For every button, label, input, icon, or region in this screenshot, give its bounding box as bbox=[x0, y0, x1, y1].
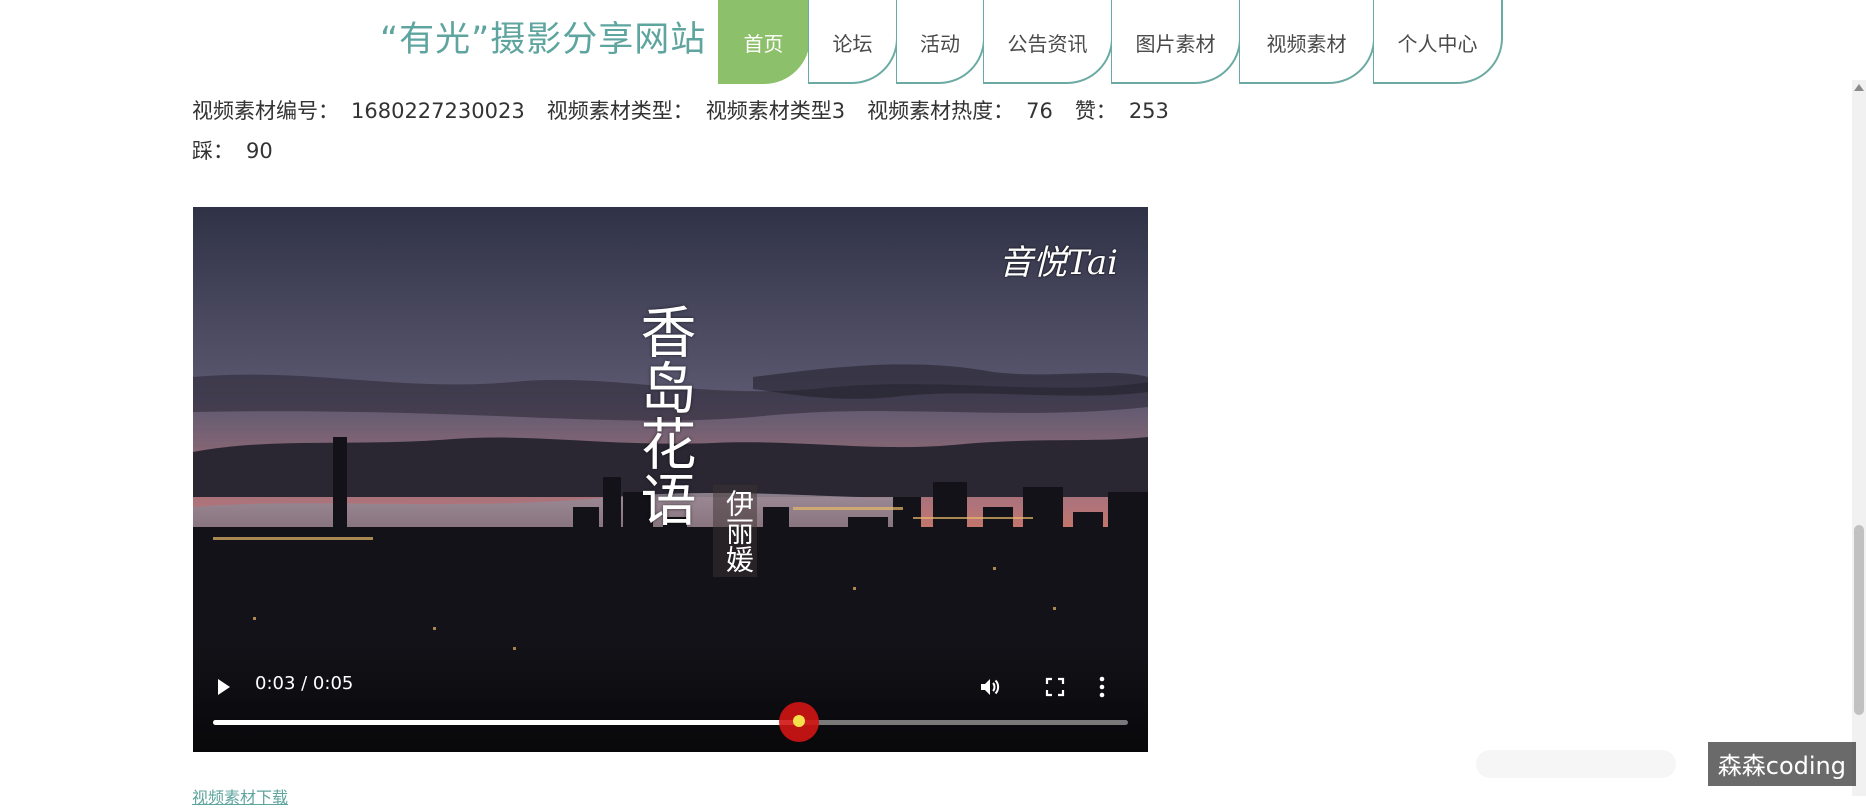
type-label: 视频素材类型： bbox=[546, 99, 694, 123]
site-title: “有光”摄影分享网站 bbox=[380, 20, 707, 60]
video-time: 0:03 / 0:05 bbox=[255, 673, 354, 694]
badge-shadow bbox=[1476, 750, 1676, 778]
number-value: 1680227230023 bbox=[351, 99, 525, 123]
video-details: 视频素材编号： 1680227230023 视频素材类型： 视频素材类型3 视频素材热度… bbox=[192, 96, 1191, 126]
volume-icon[interactable] bbox=[978, 675, 1002, 699]
nav-activities[interactable]: 活动 bbox=[896, 0, 985, 84]
progress-bar[interactable] bbox=[213, 702, 1128, 742]
nav-announcements[interactable]: 公告资讯 bbox=[983, 0, 1113, 84]
progress-thumb[interactable] bbox=[778, 702, 819, 742]
nav-video-materials[interactable]: 视频素材 bbox=[1239, 0, 1375, 84]
like-value: 253 bbox=[1128, 99, 1169, 123]
progress-fill bbox=[213, 720, 799, 725]
like-label: 赞： bbox=[1074, 99, 1117, 123]
video-player[interactable]: 音悦Tai 香岛花语 伊丽媛 0:03 / 0:05 bbox=[193, 207, 1148, 752]
controls-overlay bbox=[193, 642, 1148, 752]
play-icon[interactable] bbox=[218, 679, 230, 695]
dislike-label: 踩： bbox=[192, 139, 234, 163]
nav-forum[interactable]: 论坛 bbox=[808, 0, 898, 84]
song-singer: 伊丽媛 bbox=[713, 485, 757, 577]
video-watermark: 音悦Tai bbox=[998, 243, 1118, 283]
type-value: 视频素材类型3 bbox=[705, 99, 846, 123]
main-nav: 首页 论坛 活动 公告资讯 图片素材 视频素材 个人中心 bbox=[718, 0, 1503, 86]
song-title: 香岛花语 bbox=[631, 303, 696, 527]
scroll-up-arrow-icon[interactable] bbox=[1854, 84, 1864, 91]
download-link[interactable]: 视频素材下载 bbox=[192, 784, 288, 808]
heat-value: 76 bbox=[1026, 99, 1053, 123]
dislike-value: 90 bbox=[246, 139, 273, 163]
nav-image-materials[interactable]: 图片素材 bbox=[1111, 0, 1241, 84]
fullscreen-icon[interactable] bbox=[1045, 677, 1065, 697]
heat-label: 视频素材热度： bbox=[867, 99, 1015, 123]
nav-home[interactable]: 首页 bbox=[718, 0, 810, 84]
page-scrollbar[interactable] bbox=[1852, 80, 1866, 796]
more-vertical-icon[interactable] bbox=[1098, 675, 1106, 699]
nav-personal-center[interactable]: 个人中心 bbox=[1373, 0, 1503, 84]
video-details-line2: 踩： 90 bbox=[192, 136, 295, 166]
scrollbar-thumb[interactable] bbox=[1854, 525, 1864, 715]
overlay-badge: 森森coding bbox=[1707, 742, 1856, 786]
number-label: 视频素材编号： bbox=[192, 99, 339, 123]
